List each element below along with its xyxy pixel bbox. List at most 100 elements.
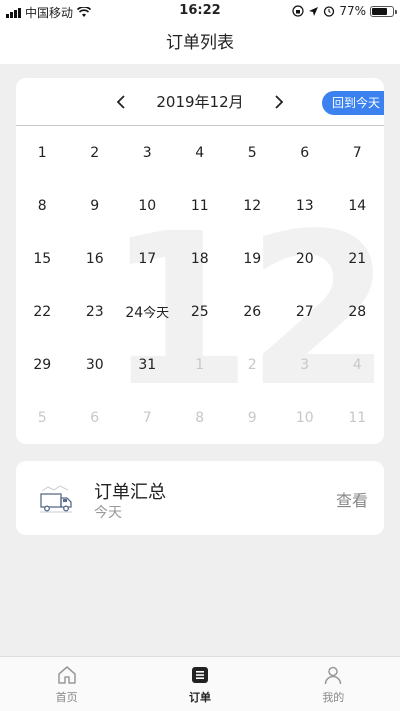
calendar-day[interactable]: 26 <box>226 285 279 338</box>
day-number: 28 <box>348 303 367 320</box>
day-number: 11 <box>348 409 367 426</box>
day-number: 29 <box>33 356 52 373</box>
battery-icon <box>370 5 397 17</box>
calendar-day[interactable]: 4 <box>174 126 227 179</box>
day-number: 6 <box>300 144 310 161</box>
calendar-day[interactable]: 10 <box>279 391 332 444</box>
calendar-day[interactable]: 22 <box>16 285 69 338</box>
day-number: 7 <box>352 144 362 161</box>
day-number: 1 <box>195 356 205 373</box>
calendar-day[interactable]: 17 <box>121 232 174 285</box>
day-number: 6 <box>90 409 100 426</box>
calendar-day[interactable]: 15 <box>16 232 69 285</box>
calendar-day[interactable]: 18 <box>174 232 227 285</box>
selected-day-highlight: 24今天 <box>125 302 169 321</box>
tab-profile[interactable]: 我的 <box>267 657 400 711</box>
day-number: 10 <box>138 197 157 214</box>
page-title: 订单列表 <box>0 22 400 64</box>
day-number: 23 <box>85 303 104 320</box>
day-number: 18 <box>190 250 209 267</box>
day-number: 31 <box>138 356 157 373</box>
day-number: 25 <box>190 303 209 320</box>
today-label: 今天 <box>143 306 170 321</box>
day-number: 27 <box>295 303 314 320</box>
calendar-day[interactable]: 8 <box>16 179 69 232</box>
view-button[interactable]: 查看 <box>336 487 368 511</box>
calendar-week-row: 5 6 7 8 9 10 11 <box>16 391 384 444</box>
calendar-day[interactable]: 7 <box>121 391 174 444</box>
order-summary-title: 订单汇总 <box>94 482 166 503</box>
calendar-day[interactable]: 2 <box>226 338 279 391</box>
day-number: 2 <box>247 356 257 373</box>
order-summary-subtitle: 今天 <box>94 505 122 521</box>
calendar-week-row: 22 23 24今天 25 26 27 28 <box>16 285 384 338</box>
calendar-day[interactable]: 5 <box>226 126 279 179</box>
day-number: 7 <box>142 409 152 426</box>
calendar-day[interactable]: 31 <box>121 338 174 391</box>
calendar-day[interactable]: 7 <box>331 126 384 179</box>
calendar-day-selected[interactable]: 24今天 <box>121 285 174 338</box>
calendar-day[interactable]: 4 <box>331 338 384 391</box>
chevron-right-icon <box>275 95 284 109</box>
calendar-day[interactable]: 30 <box>69 338 122 391</box>
battery-percent: 77% <box>339 4 366 18</box>
day-number: 3 <box>300 356 310 373</box>
calendar-day[interactable]: 27 <box>279 285 332 338</box>
calendar-week-row: 15 16 17 18 19 20 21 <box>16 232 384 285</box>
day-number: 24 <box>125 305 144 321</box>
alarm-icon <box>324 6 335 17</box>
truck-icon <box>40 485 72 513</box>
calendar-day[interactable]: 21 <box>331 232 384 285</box>
tab-home-label: 首页 <box>55 690 78 704</box>
day-number: 30 <box>85 356 104 373</box>
tab-orders-label: 订单 <box>188 690 211 704</box>
day-number: 2 <box>90 144 100 161</box>
tab-bar: 首页 订单 我的 <box>0 656 400 711</box>
next-month-button[interactable] <box>268 91 290 113</box>
back-to-today-button[interactable]: 回到今天 <box>322 91 384 115</box>
calendar-day[interactable]: 3 <box>279 338 332 391</box>
day-number: 13 <box>295 197 314 214</box>
calendar-day[interactable]: 9 <box>226 391 279 444</box>
day-number: 8 <box>195 409 205 426</box>
tab-home[interactable]: 首页 <box>0 657 133 711</box>
day-number: 9 <box>90 197 100 214</box>
calendar-day[interactable]: 28 <box>331 285 384 338</box>
day-number: 8 <box>37 197 47 214</box>
calendar-day[interactable]: 16 <box>69 232 122 285</box>
calendar-day[interactable]: 1 <box>16 126 69 179</box>
calendar-day[interactable]: 8 <box>174 391 227 444</box>
day-number: 21 <box>348 250 367 267</box>
order-icon <box>191 666 208 683</box>
tab-orders[interactable]: 订单 <box>133 657 266 711</box>
order-summary-card[interactable]: 订单汇总 今天 查看 <box>16 461 384 535</box>
calendar-day[interactable]: 11 <box>331 391 384 444</box>
calendar-day[interactable]: 23 <box>69 285 122 338</box>
day-number: 10 <box>295 409 314 426</box>
calendar-day[interactable]: 10 <box>121 179 174 232</box>
day-number: 26 <box>243 303 262 320</box>
calendar-day[interactable]: 11 <box>174 179 227 232</box>
calendar-day[interactable]: 29 <box>16 338 69 391</box>
calendar-day[interactable]: 19 <box>226 232 279 285</box>
calendar-header: 2019年12月 回到今天 <box>16 78 384 126</box>
calendar-day[interactable]: 2 <box>69 126 122 179</box>
calendar-day[interactable]: 20 <box>279 232 332 285</box>
day-number: 9 <box>247 409 257 426</box>
calendar-day[interactable]: 1 <box>174 338 227 391</box>
calendar-day[interactable]: 5 <box>16 391 69 444</box>
home-icon <box>57 665 76 684</box>
day-number: 4 <box>352 356 362 373</box>
calendar-day[interactable]: 14 <box>331 179 384 232</box>
day-number: 5 <box>247 144 257 161</box>
prev-month-button[interactable] <box>110 91 132 113</box>
calendar-day[interactable]: 3 <box>121 126 174 179</box>
calendar-day[interactable]: 6 <box>279 126 332 179</box>
calendar-day[interactable]: 9 <box>69 179 122 232</box>
calendar-day[interactable]: 25 <box>174 285 227 338</box>
day-number: 17 <box>138 250 157 267</box>
calendar-day[interactable]: 6 <box>69 391 122 444</box>
calendar-day[interactable]: 13 <box>279 179 332 232</box>
profile-icon <box>325 666 342 684</box>
calendar-day[interactable]: 12 <box>226 179 279 232</box>
